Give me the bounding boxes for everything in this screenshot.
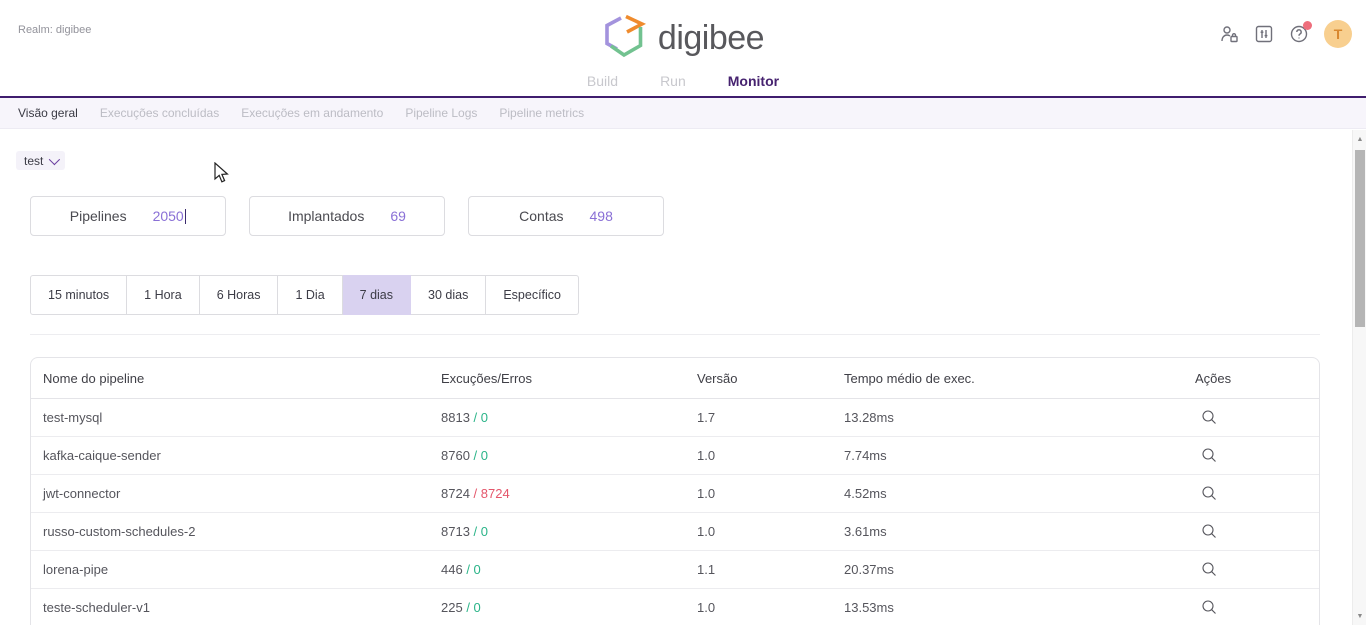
pipeline-executions: 8813 / 0	[441, 410, 697, 425]
brand-wordmark: digibee	[658, 19, 764, 58]
mouse-cursor	[214, 162, 230, 189]
main-nav: Build Run Monitor	[0, 73, 1366, 89]
notification-dot	[1303, 21, 1312, 30]
pipeline-version: 1.7	[697, 410, 844, 425]
time-range-filter: 15 minutos 1 Hora 6 Horas 1 Dia 7 dias 3…	[30, 275, 579, 315]
pipeline-avg-time: 13.28ms	[844, 410, 1195, 425]
pipeline-version: 1.0	[697, 448, 844, 463]
search-icon[interactable]	[1197, 444, 1221, 468]
scrollbar-down-arrow[interactable]: ▼	[1353, 609, 1366, 623]
table-row[interactable]: kafka-caique-sender 8760 / 0 1.0 7.74ms	[31, 437, 1319, 475]
search-icon[interactable]	[1197, 596, 1221, 620]
subnav-pipeline-logs[interactable]: Pipeline Logs	[405, 106, 477, 120]
card-contas-label: Contas	[519, 208, 563, 224]
col-header-execucoes: Excuções/Erros	[441, 371, 697, 386]
table-row[interactable]: test-mysql 8813 / 0 1.7 13.28ms	[31, 399, 1319, 437]
digibee-logo-icon	[602, 13, 646, 64]
filter-15-minutos[interactable]: 15 minutos	[30, 275, 127, 315]
pipeline-actions	[1195, 444, 1319, 468]
table-row[interactable]: jwt-connector 8724 / 8724 1.0 4.52ms	[31, 475, 1319, 513]
pipeline-actions	[1195, 406, 1319, 430]
card-pipelines-value: 2050	[153, 208, 184, 224]
filter-6-horas[interactable]: 6 Horas	[200, 275, 279, 315]
help-icon[interactable]	[1289, 24, 1309, 44]
filter-1-dia[interactable]: 1 Dia	[278, 275, 342, 315]
search-icon[interactable]	[1197, 558, 1221, 582]
card-implantados-value: 69	[390, 208, 406, 224]
monitor-subnav: Visão geral Execuções concluídas Execuçõ…	[0, 98, 1366, 129]
subnav-execucoes-concluidas[interactable]: Execuções concluídas	[100, 106, 219, 120]
pipeline-version: 1.1	[697, 562, 844, 577]
pipeline-executions: 8724 / 8724	[441, 486, 697, 501]
card-contas-value: 498	[590, 208, 613, 224]
pipeline-avg-time: 4.52ms	[844, 486, 1195, 501]
pipeline-name: jwt-connector	[43, 486, 441, 501]
pipeline-actions	[1195, 558, 1319, 582]
vertical-scrollbar[interactable]: ▲ ▼	[1352, 130, 1366, 625]
filter-30-dias[interactable]: 30 dias	[411, 275, 486, 315]
pipeline-actions	[1195, 596, 1319, 620]
pipeline-avg-time: 7.74ms	[844, 448, 1195, 463]
user-permissions-icon[interactable]	[1219, 24, 1239, 44]
search-icon[interactable]	[1197, 520, 1221, 544]
summary-cards: Pipelines 2050 Implantados 69 Contas 498	[30, 196, 664, 236]
filter-1-hora[interactable]: 1 Hora	[127, 275, 200, 315]
pipeline-avg-time: 3.61ms	[844, 524, 1195, 539]
widgets-icon[interactable]	[1254, 24, 1274, 44]
pipeline-version: 1.0	[697, 486, 844, 501]
table-row[interactable]: russo-custom-schedules-2 8713 / 0 1.0 3.…	[31, 513, 1319, 551]
scrollbar-thumb[interactable]	[1355, 150, 1365, 327]
table-row[interactable]: lorena-pipe 446 / 0 1.1 20.37ms	[31, 551, 1319, 589]
col-header-versao: Versão	[697, 371, 844, 386]
pipeline-name: lorena-pipe	[43, 562, 441, 577]
search-icon[interactable]	[1197, 406, 1221, 430]
card-contas[interactable]: Contas 498	[468, 196, 664, 236]
subnav-execucoes-em-andamento[interactable]: Execuções em andamento	[241, 106, 383, 120]
pipeline-version: 1.0	[697, 600, 844, 615]
user-avatar[interactable]: T	[1324, 20, 1352, 48]
card-pipelines-label: Pipelines	[70, 208, 127, 224]
scrollbar-up-arrow[interactable]: ▲	[1353, 132, 1366, 146]
pipeline-executions: 8713 / 0	[441, 524, 697, 539]
table-header-row: Nome do pipeline Excuções/Erros Versão T…	[31, 358, 1319, 399]
pipeline-name: kafka-caique-sender	[43, 448, 441, 463]
pipelines-table: Nome do pipeline Excuções/Erros Versão T…	[30, 357, 1320, 625]
digibee-monitor-page: Realm: digibee digibee Build Run Monitor	[0, 0, 1366, 625]
col-header-nome: Nome do pipeline	[43, 371, 441, 386]
search-icon[interactable]	[1197, 482, 1221, 506]
section-divider	[30, 334, 1320, 335]
pipeline-version: 1.0	[697, 524, 844, 539]
table-row[interactable]: teste-scheduler-v1 225 / 0 1.0 13.53ms	[31, 589, 1319, 625]
header: Realm: digibee digibee Build Run Monitor	[0, 0, 1366, 97]
tab-run[interactable]: Run	[660, 73, 686, 89]
card-implantados-label: Implantados	[288, 208, 364, 224]
card-pipelines[interactable]: Pipelines 2050	[30, 196, 226, 236]
pipeline-name: russo-custom-schedules-2	[43, 524, 441, 539]
tab-monitor[interactable]: Monitor	[728, 73, 779, 89]
brand: digibee	[0, 13, 1366, 64]
pipeline-executions: 8760 / 0	[441, 448, 697, 463]
col-header-acoes: Ações	[1195, 371, 1319, 386]
pipeline-avg-time: 13.53ms	[844, 600, 1195, 615]
tab-build[interactable]: Build	[587, 73, 618, 89]
col-header-tempo: Tempo médio de exec.	[844, 371, 1195, 386]
pipeline-actions	[1195, 482, 1319, 506]
text-caret	[185, 209, 187, 224]
environment-selector[interactable]: test	[16, 151, 65, 170]
pipeline-name: teste-scheduler-v1	[43, 600, 441, 615]
pipeline-actions	[1195, 520, 1319, 544]
pipeline-name: test-mysql	[43, 410, 441, 425]
pipeline-executions: 446 / 0	[441, 562, 697, 577]
filter-7-dias[interactable]: 7 dias	[343, 275, 411, 315]
environment-selector-value: test	[24, 154, 43, 168]
subnav-visao-geral[interactable]: Visão geral	[18, 106, 78, 120]
header-actions: T	[1219, 20, 1352, 48]
pipeline-avg-time: 20.37ms	[844, 562, 1195, 577]
filter-especifico[interactable]: Específico	[486, 275, 579, 315]
chevron-down-icon	[49, 153, 60, 164]
card-implantados[interactable]: Implantados 69	[249, 196, 445, 236]
subnav-pipeline-metrics[interactable]: Pipeline metrics	[499, 106, 584, 120]
pipeline-executions: 225 / 0	[441, 600, 697, 615]
